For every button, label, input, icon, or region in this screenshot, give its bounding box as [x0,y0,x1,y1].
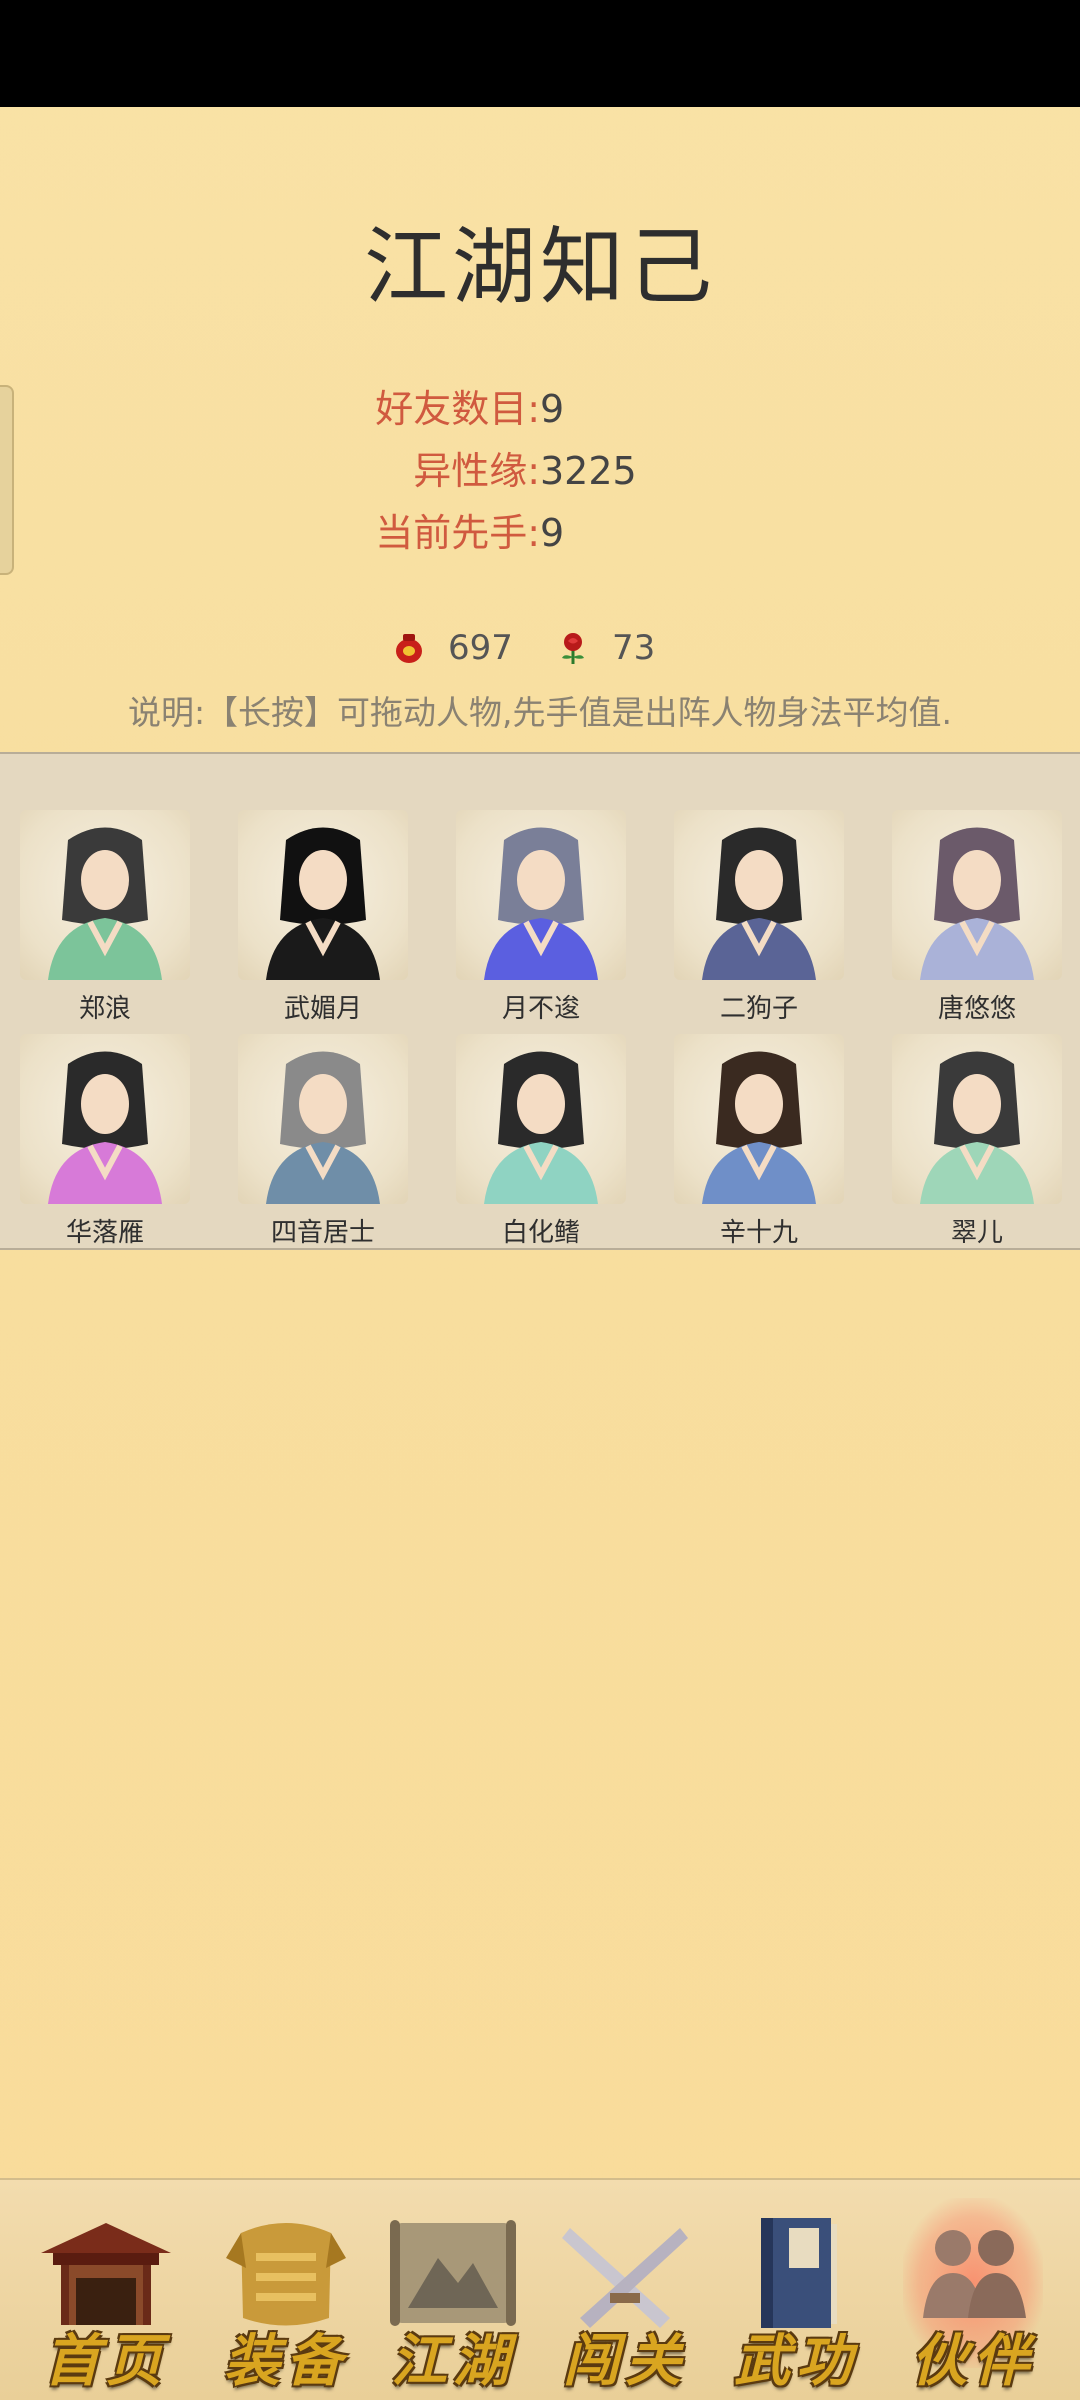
nav-label: 闯关 [563,2328,687,2394]
character-portrait-icon [702,827,816,980]
companion-name: 四音居士 [270,1218,375,1248]
companion-portrait [20,1034,190,1204]
nav-label: 首页 [44,2328,168,2394]
companion-name: 白化鳍 [501,1218,580,1248]
companion-portrait [238,810,408,980]
nav-home[interactable]: 首页 [31,2198,181,2394]
currency-bar: 697 73 [0,622,1080,674]
wine-jar-icon [396,634,422,663]
companion-name: 郑浪 [78,994,131,1024]
companion-name: 武媚月 [283,994,362,1024]
stat-friend-count: 好友数目: 9 [0,378,1080,440]
rose-currency: 73 [556,622,655,674]
companion-name: 月不逡 [501,994,580,1024]
rose-amount: 73 [612,628,656,668]
stats-panel: 好友数目: 9 异性缘: 3225 当前先手: 9 [0,378,1080,564]
companion-card[interactable]: 四音居士 [238,1034,408,1248]
nav-label: 伙伴 [911,2328,1035,2394]
character-portrait-icon [920,827,1034,980]
stat-value: 9 [540,511,565,555]
character-portrait-icon [48,1051,162,1204]
companion-roster: 郑浪 武媚月 月不逡 二狗子 唐悠悠华落雁 四音居士 白化鳍 辛十九 翠儿 [0,752,1080,1250]
companion-name: 唐悠悠 [937,994,1016,1024]
wine-amount: 697 [448,628,513,668]
nav-jianghu[interactable]: 江湖 [378,2198,528,2394]
companion-name: 二狗子 [719,994,798,1024]
companion-portrait [20,810,190,980]
character-portrait-icon [920,1051,1034,1204]
companion-card[interactable]: 华落雁 [20,1034,190,1248]
companion-name: 翠儿 [950,1218,1003,1248]
companion-portrait [674,810,844,980]
companion-card[interactable]: 白化鳍 [456,1034,626,1248]
character-portrait-icon [484,1051,598,1204]
companion-card[interactable]: 月不逡 [456,810,626,1024]
companion-portrait [892,810,1062,980]
companion-portrait [674,1034,844,1204]
companion-name: 辛十九 [719,1218,798,1248]
stat-value: 9 [540,387,565,431]
stat-charm: 异性缘: 3225 [0,440,1080,502]
bottom-nav: 首页 装备 江湖 闯关 武功 伙伴 [0,2178,1080,2400]
character-portrait-icon [484,827,598,980]
stat-initiative: 当前先手: 9 [0,502,1080,564]
character-portrait-icon [266,827,380,980]
nav-label: 装备 [224,2328,348,2394]
companion-portrait [238,1034,408,1204]
companion-card[interactable]: 辛十九 [674,1034,844,1248]
companion-portrait [456,1034,626,1204]
nav-equipment[interactable]: 装备 [211,2198,361,2394]
companion-card[interactable]: 唐悠悠 [892,810,1062,1024]
stat-value: 3225 [540,449,637,493]
companion-portrait [892,1034,1062,1204]
stat-label: 好友数目: [375,387,540,431]
stat-label: 当前先手: [375,511,540,555]
companion-card[interactable]: 武媚月 [238,810,408,1024]
companion-name: 华落雁 [65,1218,144,1248]
nav-label: 武功 [734,2328,858,2394]
companion-card[interactable]: 翠儿 [892,1034,1062,1248]
character-portrait-icon [266,1051,380,1204]
rose-icon [562,633,584,664]
stat-label: 异性缘: [413,449,540,493]
character-portrait-icon [702,1051,816,1204]
nav-challenge[interactable]: 闯关 [550,2198,700,2394]
companion-card[interactable]: 二狗子 [674,810,844,1024]
companion-portrait [456,810,626,980]
wine-currency: 697 [392,622,513,674]
nav-martial-arts[interactable]: 武功 [721,2198,871,2394]
page-title: 江湖知己 [363,218,716,316]
nav-label: 江湖 [391,2328,515,2394]
instruction-note: 说明:【长按】可拖动人物,先手值是出阵人物身法平均值. [127,693,953,732]
nav-companions[interactable]: 伙伴 [898,2198,1048,2394]
status-bar [0,0,1080,107]
character-portrait-icon [48,827,162,980]
companion-card[interactable]: 郑浪 [20,810,190,1024]
